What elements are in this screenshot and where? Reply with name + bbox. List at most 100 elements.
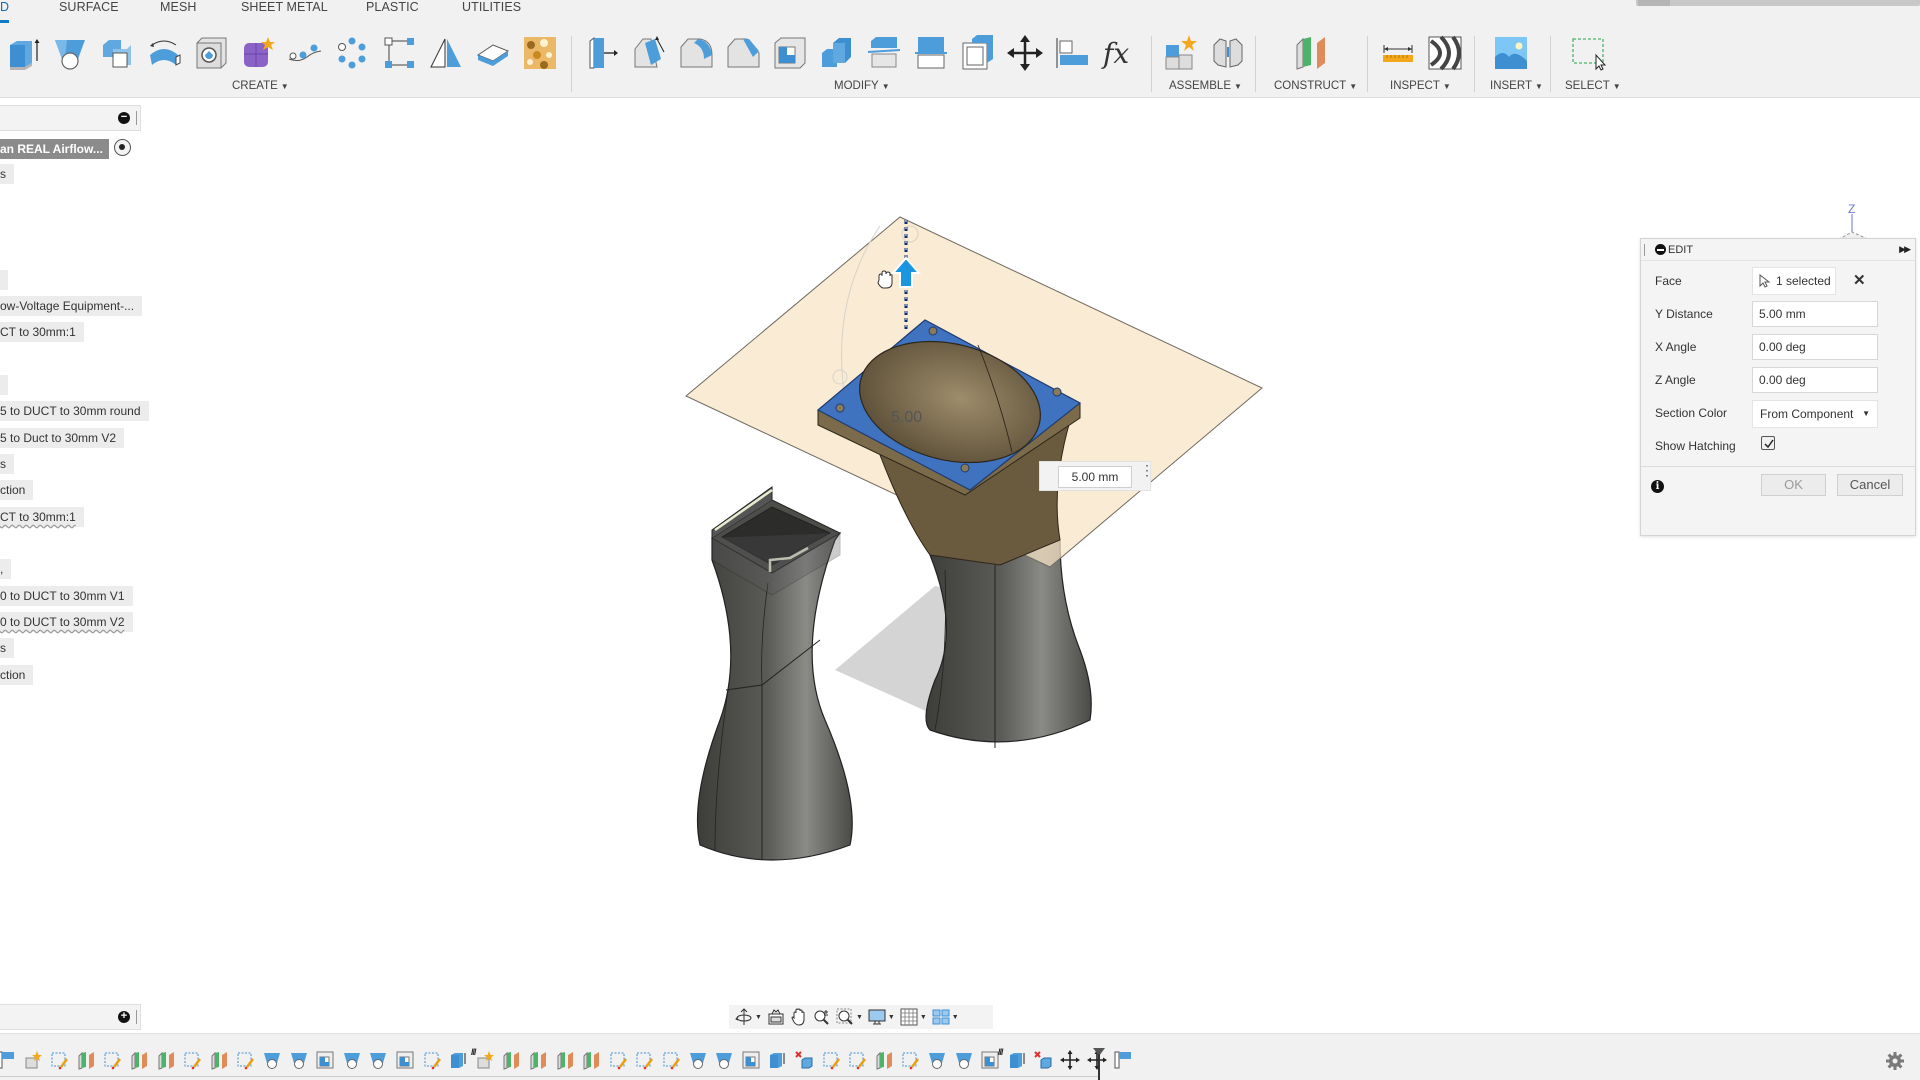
clear-selection-icon[interactable]: ✕ (1853, 271, 1866, 289)
timeline-feature-shell[interactable] (741, 1050, 761, 1070)
timeline-feature-extrude[interactable] (1007, 1050, 1027, 1070)
timeline-feature-sketch[interactable] (900, 1050, 920, 1070)
new-component-icon[interactable] (1162, 34, 1200, 72)
parameters-fx-icon[interactable]: fx (1100, 34, 1138, 72)
draft-icon[interactable] (630, 34, 668, 72)
display-settings-button[interactable]: ▼ (868, 1007, 895, 1027)
timeline-feature-offset-plane[interactable] (501, 1050, 521, 1070)
timeline-feature-sketch[interactable] (634, 1050, 654, 1070)
timeline-feature-offset-plane[interactable] (129, 1050, 149, 1070)
modify-menu[interactable]: MODIFY ▼ (834, 80, 890, 92)
cancel-button[interactable]: Cancel (1837, 474, 1903, 496)
zoom-button[interactable] (813, 1007, 831, 1027)
thicken-icon[interactable] (474, 34, 512, 72)
pan-button[interactable] (790, 1007, 808, 1027)
fit-button[interactable]: ▼ (836, 1007, 863, 1027)
viewports-button[interactable]: ▼ (932, 1007, 959, 1027)
show-hatching-checkbox[interactable] (1761, 436, 1775, 450)
timeline-feature-component[interactable] (475, 1050, 495, 1070)
timeline-feature-loft[interactable] (954, 1050, 974, 1070)
timeline-feature-sketch[interactable] (661, 1050, 681, 1070)
fillet-icon[interactable] (677, 34, 715, 72)
timeline-feature-remove[interactable] (794, 1050, 814, 1070)
section-color-dropdown[interactable]: From Component ▼ (1752, 400, 1878, 428)
tab-solid[interactable]: D (0, 0, 10, 23)
timeline-feature-sketch[interactable] (608, 1050, 628, 1070)
info-icon[interactable]: i (1651, 480, 1664, 493)
tab-mesh[interactable]: MESH (160, 0, 197, 14)
timeline-feature-extrude[interactable] (448, 1050, 468, 1070)
timeline-feature-sketch[interactable] (821, 1050, 841, 1070)
pipe-icon[interactable] (286, 34, 324, 72)
window-title-scrollbar[interactable] (1636, 0, 1920, 6)
canvas-viewport[interactable]: 5.00 ⋮ TOP RIGHT BACK Z X Y (0, 99, 1920, 1029)
orbit-button[interactable]: ▼ (735, 1007, 762, 1027)
tab-sheet-metal[interactable]: SHEET METAL (241, 0, 328, 14)
zebra-analysis-icon[interactable] (1426, 34, 1464, 72)
timeline-feature-plane[interactable] (0, 1050, 16, 1070)
timeline-feature-offset-plane[interactable] (209, 1050, 229, 1070)
timeline-feature-sketch[interactable] (422, 1050, 442, 1070)
timeline-feature-sketch[interactable] (102, 1050, 122, 1070)
timeline-feature-component[interactable] (23, 1050, 43, 1070)
extrude-icon[interactable] (4, 34, 42, 72)
more-options-icon[interactable]: ⋮ (1140, 463, 1154, 477)
timeline-feature-loft[interactable] (262, 1050, 282, 1070)
rectangular-pattern-icon[interactable] (380, 34, 418, 72)
timeline-feature-loft[interactable] (688, 1050, 708, 1070)
create-menu[interactable]: CREATE ▼ (232, 80, 289, 92)
timeline-feature-shell[interactable] (395, 1050, 415, 1070)
face-selection-field[interactable]: 1 selected (1752, 267, 1836, 295)
move-icon[interactable] (1006, 34, 1044, 72)
press-pull-icon[interactable] (583, 34, 621, 72)
timeline-feature-offset-plane[interactable] (555, 1050, 575, 1070)
scale-icon[interactable] (959, 34, 997, 72)
collapse-panel-icon[interactable] (1655, 244, 1666, 255)
assemble-menu[interactable]: ASSEMBLE ▼ (1169, 80, 1242, 92)
timeline-feature-move[interactable] (1060, 1050, 1080, 1070)
timeline-feature-loft[interactable] (714, 1050, 734, 1070)
grid-settings-button[interactable]: ▼ (900, 1007, 927, 1027)
tab-surface[interactable]: SURFACE (59, 0, 119, 14)
tab-utilities[interactable]: UTILITIES (462, 0, 521, 14)
x-angle-input[interactable]: 0.00 deg (1752, 334, 1878, 360)
form-icon[interactable] (239, 34, 277, 72)
loft-icon[interactable] (51, 34, 89, 72)
look-at-button[interactable] (767, 1007, 785, 1027)
pattern-icon[interactable] (333, 34, 371, 72)
mirror-icon[interactable] (427, 34, 465, 72)
timeline-feature-extrude[interactable] (767, 1050, 787, 1070)
lattice-icon[interactable] (521, 34, 559, 72)
timeline-feature-sketch[interactable] (235, 1050, 255, 1070)
sweep-icon[interactable] (145, 34, 183, 72)
combine-icon[interactable] (98, 34, 136, 72)
insert-image-icon[interactable] (1492, 34, 1530, 72)
timeline-feature-shell[interactable] (315, 1050, 335, 1070)
joint-icon[interactable] (1209, 34, 1247, 72)
timeline-feature-plane[interactable] (1113, 1050, 1133, 1070)
window-select-icon[interactable] (1569, 34, 1607, 72)
timeline-feature-loft[interactable] (289, 1050, 309, 1070)
tab-plastic[interactable]: PLASTIC (366, 0, 419, 14)
distance-input[interactable] (1058, 466, 1132, 488)
select-menu[interactable]: SELECT ▼ (1565, 80, 1621, 92)
panel-grip[interactable] (1644, 244, 1646, 256)
timeline-feature-loft[interactable] (368, 1050, 388, 1070)
insert-menu[interactable]: INSERT ▼ (1490, 80, 1543, 92)
timeline-settings-gear-icon[interactable] (1885, 1051, 1905, 1071)
align-icon[interactable] (1053, 34, 1091, 72)
timeline-feature-offset-plane[interactable] (156, 1050, 176, 1070)
combine-bodies-icon[interactable] (818, 34, 856, 72)
timeline-feature-sketch[interactable] (49, 1050, 69, 1070)
inspect-menu[interactable]: INSPECT ▼ (1390, 80, 1451, 92)
timeline-feature-sketch[interactable] (847, 1050, 867, 1070)
split-body-icon[interactable] (865, 34, 903, 72)
3d-scene[interactable] (0, 99, 1920, 1029)
timeline-feature-offset-plane[interactable] (874, 1050, 894, 1070)
timeline-feature-remove[interactable] (1033, 1050, 1053, 1070)
timeline-feature-sketch[interactable] (182, 1050, 202, 1070)
timeline-feature-offset-plane[interactable] (528, 1050, 548, 1070)
chamfer-icon[interactable] (724, 34, 762, 72)
construct-menu[interactable]: CONSTRUCT ▼ (1274, 80, 1357, 92)
timeline-feature-loft[interactable] (927, 1050, 947, 1070)
